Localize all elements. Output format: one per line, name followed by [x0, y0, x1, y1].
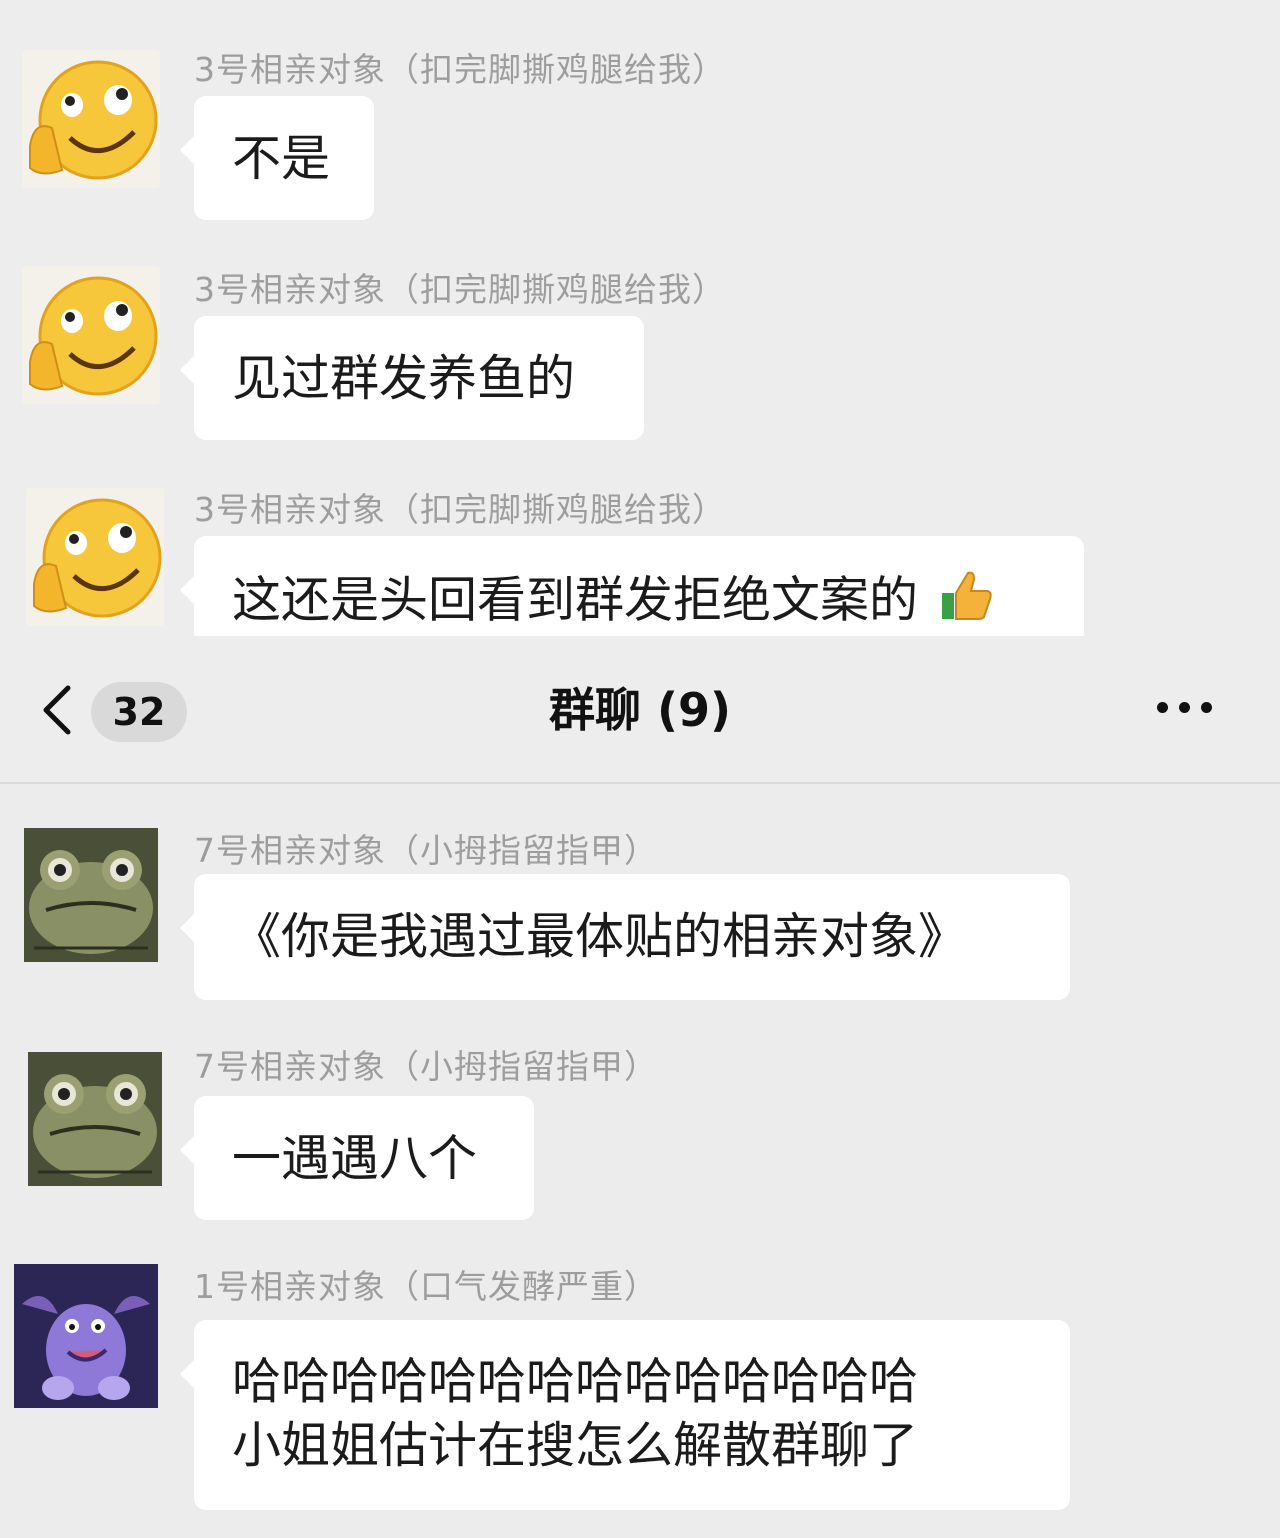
message-text: 一遇遇八个	[232, 1130, 478, 1187]
more-dots-icon[interactable]	[1150, 636, 1220, 782]
top-chat-screenshot: 3号相亲对象（扣完脚撕鸡腿给我） 不是 3号相亲对象（扣完脚撕鸡腿给我） 见过群…	[0, 0, 1280, 636]
message-bubble[interactable]: 一遇遇八个	[180, 1096, 534, 1220]
message-bubble[interactable]: 不是	[180, 96, 374, 220]
purple-cartoon-avatar-icon[interactable]	[14, 1264, 158, 1408]
sender-name: 1号相亲对象（口气发酵严重）	[194, 1267, 658, 1306]
smirk-emoji-icon[interactable]	[22, 266, 160, 404]
frog-avatar-icon[interactable]	[28, 1052, 162, 1186]
message-text-line: 哈哈哈哈哈哈哈哈哈哈哈哈哈哈	[232, 1353, 919, 1410]
message-bubble[interactable]: 《你是我遇过最体贴的相亲对象》	[180, 874, 1070, 1000]
chat-title: 群聊 (9)	[548, 683, 732, 737]
thumbs-up-icon	[938, 567, 994, 636]
smirk-emoji-icon[interactable]	[22, 50, 160, 188]
message-bubble[interactable]: 哈哈哈哈哈哈哈哈哈哈哈哈哈哈 小姐姐估计在搜怎么解散群聊了	[180, 1320, 1070, 1510]
frog-avatar-icon[interactable]	[24, 828, 158, 962]
dot	[1179, 702, 1190, 713]
message-bubble[interactable]: 这还是头回看到群发拒绝文案的	[180, 536, 1084, 636]
smirk-emoji-icon[interactable]	[26, 488, 164, 626]
dot	[1157, 702, 1168, 713]
sender-name: 7号相亲对象（小拇指留指甲）	[194, 1047, 658, 1086]
sender-name: 3号相亲对象（扣完脚撕鸡腿给我）	[194, 490, 726, 529]
bottom-chat-screenshot: 32 群聊 (9) 7号相亲对象（小拇指留指甲） 《你是我遇过最体贴的相亲对象》	[0, 636, 1280, 1538]
message-text: 不是	[232, 130, 331, 187]
sender-name: 3号相亲对象（扣完脚撕鸡腿给我）	[194, 270, 726, 309]
chat-navbar: 32 群聊 (9)	[0, 636, 1280, 784]
dot	[1201, 702, 1212, 713]
message-text: 见过群发养鱼的	[232, 350, 576, 407]
message-text: 《你是我遇过最体贴的相亲对象》	[232, 908, 968, 965]
message-text-line: 小姐姐估计在搜怎么解散群聊了	[232, 1417, 919, 1474]
sender-name: 3号相亲对象（扣完脚撕鸡腿给我）	[194, 50, 726, 89]
sender-name: 7号相亲对象（小拇指留指甲）	[194, 831, 658, 870]
message-bubble[interactable]: 见过群发养鱼的	[180, 316, 644, 440]
message-text: 这还是头回看到群发拒绝文案的	[232, 571, 919, 629]
